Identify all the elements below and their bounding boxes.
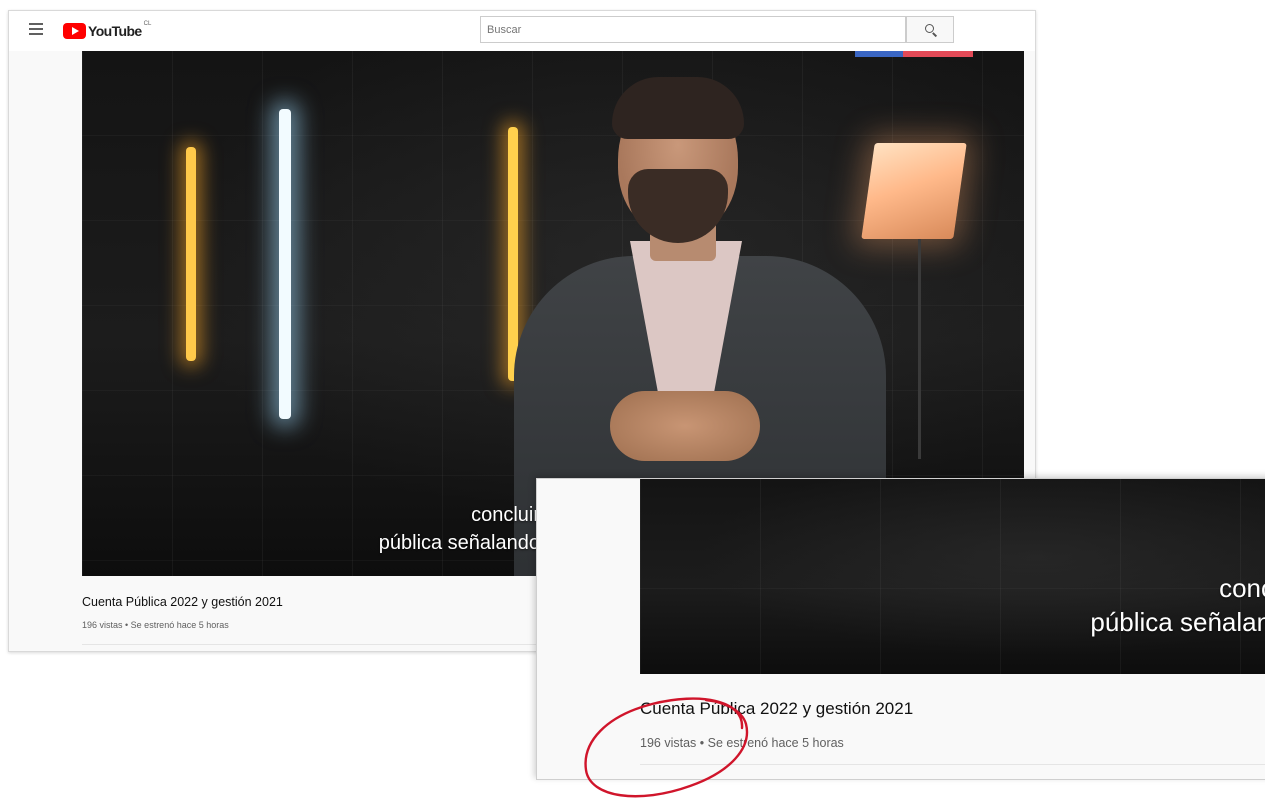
masthead: YouTube CL — [9, 11, 1035, 51]
video-title: Cuenta Pública 2022 y gestión 2021 — [82, 595, 283, 609]
subtitle-line: conclui — [1219, 573, 1265, 603]
light-tube-orange — [186, 147, 196, 361]
flag-stripe-red — [903, 51, 973, 57]
video-player-zoomed: conclui pública señalando — [640, 479, 1265, 674]
youtube-logo[interactable]: YouTube CL — [63, 21, 152, 39]
zoom-inset: conclui pública señalando Cuenta Pública… — [536, 478, 1265, 780]
search-button[interactable] — [906, 16, 954, 43]
video-title-zoomed: Cuenta Pública 2022 y gestión 2021 — [640, 699, 914, 718]
presenter-hands — [610, 391, 760, 461]
divider — [640, 764, 1265, 765]
video-subtitle-zoomed: conclui pública señalando — [1090, 571, 1265, 639]
video-subtitle: concluir pública señalando — [379, 501, 540, 557]
flag-stripe-blue — [855, 51, 903, 57]
youtube-logo-icon — [63, 23, 86, 39]
country-code: CL — [143, 21, 152, 27]
search-input[interactable] — [480, 16, 906, 43]
light-tube-orange — [508, 127, 518, 381]
subtitle-line: pública señalando — [1090, 607, 1265, 637]
hamburger-menu-icon[interactable] — [29, 23, 43, 35]
light-tube-white — [279, 109, 291, 419]
subtitle-line: concluir — [471, 504, 540, 526]
logo-text: YouTube — [88, 23, 142, 39]
video-meta: 196 vistas • Se estrenó hace 5 horas — [82, 620, 229, 630]
subtitle-line: pública señalando — [378, 532, 540, 554]
studio-lamp — [861, 143, 967, 239]
video-meta-zoomed: 196 vistas • Se estrenó hace 5 horas — [640, 736, 844, 750]
